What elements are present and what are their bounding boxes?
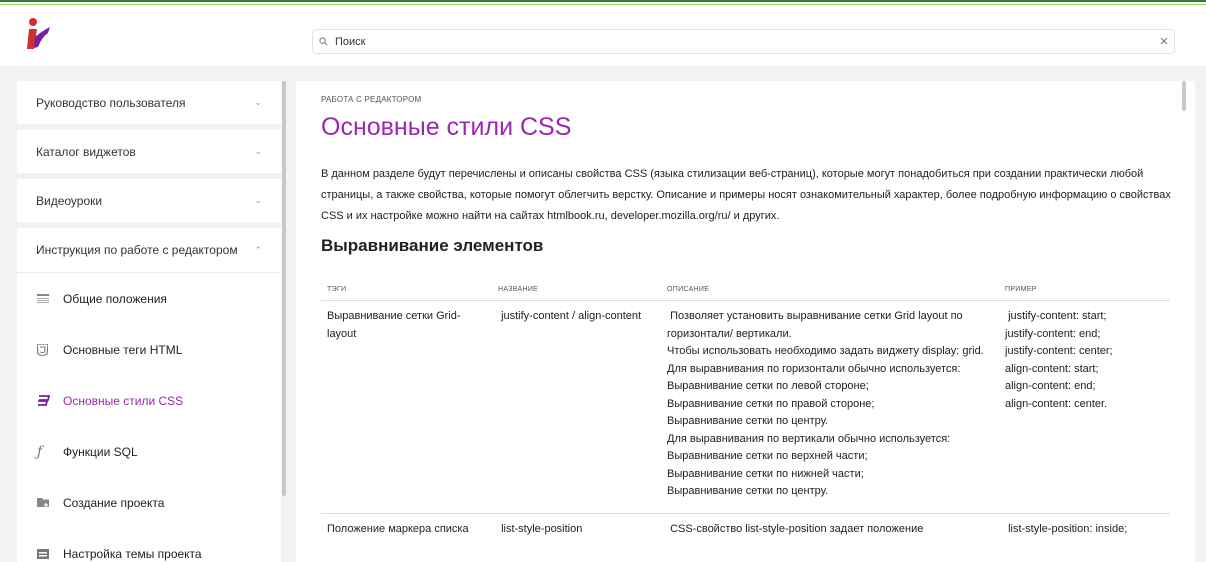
function-icon: ƒ bbox=[37, 443, 43, 460]
content-scrollbar[interactable] bbox=[1182, 81, 1186, 111]
sidebar-item-sql[interactable]: ƒ Функции SQL bbox=[17, 426, 281, 477]
sidebar-section-editor[interactable]: Инструкция по работе с редактором ⌃ bbox=[17, 228, 281, 273]
sidebar-item-html[interactable]: Основные теги HTML bbox=[17, 324, 281, 375]
table-row: Выравнивание сетки Grid-layout justify-c… bbox=[321, 301, 1170, 514]
sidebar-item-label: Создание проекта bbox=[63, 495, 165, 510]
column-header-tags: ТЭГИ bbox=[327, 286, 347, 293]
sidebar-item-label: Настройка темы проекта bbox=[63, 546, 202, 561]
close-icon[interactable]: ✕ bbox=[1154, 35, 1174, 48]
column-header-description: ОПИСАНИЕ bbox=[667, 286, 710, 293]
search-input[interactable] bbox=[335, 35, 1154, 48]
sidebar-item-css[interactable]: Основные стили CSS bbox=[17, 375, 281, 426]
table-header: ТЭГИ НАЗВАНИЕ ОПИСАНИЕ ПРИМЕР bbox=[321, 279, 1170, 301]
sidebar-section-label: Видеоуроки bbox=[36, 193, 103, 208]
sidebar-item-label: Основные стили CSS bbox=[63, 393, 184, 408]
column-header-example: ПРИМЕР bbox=[1005, 286, 1037, 293]
sidebar-item-label: Общие положения bbox=[63, 291, 167, 306]
header: ✕ bbox=[0, 5, 1206, 66]
main-area: Руководство пользователя ⌄ Каталог видже… bbox=[0, 66, 1206, 562]
sidebar-section-user-guide[interactable]: Руководство пользователя ⌄ bbox=[17, 81, 281, 124]
sidebar-item-general[interactable]: Общие положения bbox=[17, 273, 281, 324]
folder-add-icon bbox=[37, 497, 63, 508]
sidebar-scrollbar[interactable] bbox=[282, 81, 286, 496]
cell-name: justify-content / align-content bbox=[498, 310, 642, 322]
sidebar-section-label: Каталог виджетов bbox=[36, 144, 136, 159]
chevron-down-icon: ⌄ bbox=[254, 195, 262, 205]
html5-icon bbox=[37, 343, 63, 356]
content-panel: РАБОТА С РЕДАКТОРОМ Основные стили CSS В… bbox=[296, 81, 1195, 562]
table-row: Положение маркера списка list-style-posi… bbox=[321, 514, 1170, 543]
sidebar-section-label: Инструкция по работе с редактором bbox=[36, 243, 238, 257]
chevron-up-icon: ⌃ bbox=[254, 244, 262, 255]
breadcrumb[interactable]: РАБОТА С РЕДАКТОРОМ bbox=[321, 95, 421, 104]
chevron-down-icon: ⌄ bbox=[254, 97, 262, 107]
cell-name: list-style-position bbox=[498, 523, 583, 535]
document-lines-icon bbox=[37, 293, 63, 304]
section-title: Выравнивание элементов bbox=[321, 236, 544, 255]
sidebar: Руководство пользователя ⌄ Каталог видже… bbox=[17, 81, 281, 562]
sidebar-section-widgets[interactable]: Каталог виджетов ⌄ bbox=[17, 130, 281, 173]
css3-icon bbox=[37, 394, 63, 407]
column-header-name: НАЗВАНИЕ bbox=[498, 286, 539, 293]
app-logo[interactable] bbox=[26, 17, 52, 51]
sidebar-subitems: Общие положения Основные теги HTML Основ… bbox=[17, 273, 281, 562]
sidebar-section-label: Руководство пользователя bbox=[36, 95, 186, 110]
css-table: ТЭГИ НАЗВАНИЕ ОПИСАНИЕ ПРИМЕР Выравниван… bbox=[321, 279, 1170, 543]
intro-paragraph: В данном разделе будут перечислены и опи… bbox=[321, 168, 1171, 222]
cell-example: justify-content: start; justify-content:… bbox=[1005, 310, 1113, 410]
cell-tag: Выравнивание сетки Grid-layout bbox=[327, 310, 461, 340]
search-bar[interactable]: ✕ bbox=[312, 29, 1175, 54]
sidebar-item-theme[interactable]: Настройка темы проекта bbox=[17, 528, 281, 562]
cell-description: Позволяет установить выравнивание сетки … bbox=[667, 310, 984, 497]
search-icon bbox=[319, 37, 335, 46]
sidebar-item-label: Функции SQL bbox=[63, 444, 138, 459]
cell-tag: Положение маркера списка bbox=[327, 523, 469, 535]
page-title: Основные стили CSS bbox=[321, 113, 572, 141]
cell-description: CSS-свойство list-style-position задает … bbox=[667, 523, 924, 535]
sidebar-item-create-project[interactable]: Создание проекта bbox=[17, 477, 281, 528]
cell-example: list-style-position: inside; bbox=[1005, 523, 1128, 535]
sidebar-item-label: Основные теги HTML bbox=[63, 342, 183, 357]
sidebar-section-videos[interactable]: Видеоуроки ⌄ bbox=[17, 179, 281, 222]
theme-icon bbox=[37, 548, 63, 559]
chevron-down-icon: ⌄ bbox=[254, 146, 262, 156]
